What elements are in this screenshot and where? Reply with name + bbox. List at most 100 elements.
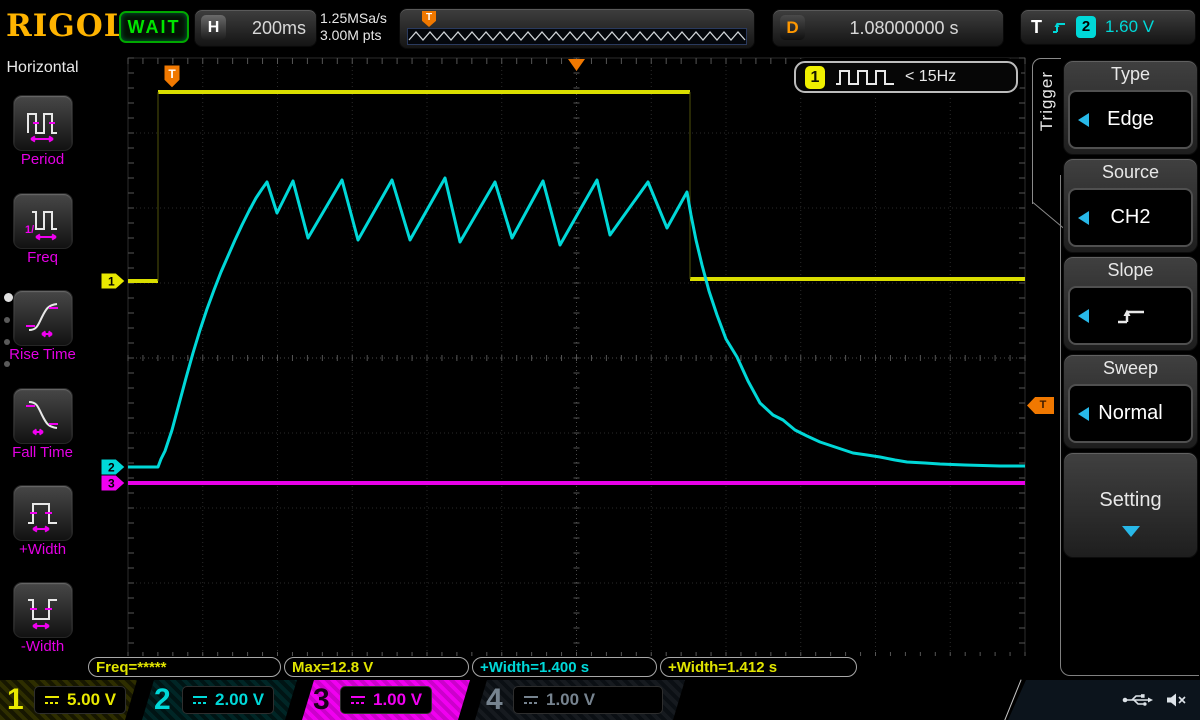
trigger-setting-softkey[interactable]: Setting — [1063, 452, 1198, 558]
sweep-header: Sweep — [1064, 358, 1197, 379]
square-wave-icon — [834, 67, 896, 87]
period-measure-button[interactable] — [13, 95, 73, 151]
freq-measure-button[interactable]: 1/ — [13, 193, 73, 249]
source-value-box: CH2 — [1068, 188, 1193, 247]
preview-strip — [407, 28, 747, 45]
trigger-level-value: 1.60 V — [1105, 17, 1154, 37]
left-measure-menu: Horizontal Period 1/ Freq Rise Ti — [0, 55, 86, 656]
channel-1-scale-box: 5.00 V — [34, 686, 126, 714]
trigger-source-badge: 2 — [1076, 16, 1096, 38]
rising-slope-icon — [1114, 305, 1148, 327]
left-arrow-icon — [1078, 407, 1089, 421]
trigger-slope-softkey[interactable]: Slope — [1063, 256, 1198, 351]
freq-label: Freq — [0, 249, 85, 266]
trigger-menu: Trigger Type Edge Source CH2 Slope — [1030, 55, 1200, 680]
setting-label: Setting — [1064, 489, 1197, 512]
usb-icon — [1122, 692, 1153, 708]
rigol-logo: RIGOL — [6, 8, 127, 44]
type-value: Edge — [1107, 108, 1154, 131]
delay-panel[interactable]: D 1.08000000 s — [772, 9, 1004, 47]
channel-3-scale: 1.00 V — [373, 690, 422, 710]
left-arrow-icon — [1078, 113, 1089, 127]
pos-width-label: +Width — [0, 541, 85, 558]
menu-page-dot-active — [4, 293, 13, 302]
plus-width-icon — [23, 492, 63, 534]
timebase-value: 200ms — [252, 18, 306, 39]
channel-4-softkey[interactable]: 4 1.00 V — [475, 680, 685, 720]
sweep-value: Normal — [1098, 402, 1162, 425]
trigger-type-softkey[interactable]: Type Edge — [1063, 60, 1198, 155]
type-value-box: Edge — [1068, 90, 1193, 149]
top-status-bar: RIGOL WAIT H 200ms 1.25MSa/s 3.00M pts T… — [0, 0, 1200, 55]
menu-page-dot — [4, 361, 10, 367]
dc-coupling-icon — [350, 695, 366, 706]
timebase-panel[interactable]: H 200ms — [194, 9, 317, 47]
neg-width-label: -Width — [0, 638, 85, 655]
trigger-level-marker[interactable]: T — [1027, 397, 1054, 414]
channel-2-scale-box: 2.00 V — [182, 686, 274, 714]
dc-coupling-icon — [192, 695, 208, 706]
trigger-status-panel[interactable]: T 2 1.60 V — [1020, 9, 1196, 45]
menu-page-dot — [4, 317, 10, 323]
svg-text:3: 3 — [108, 477, 115, 491]
sample-rate: 1.25MSa/s — [320, 10, 387, 27]
delay-value: 1.08000000 s — [813, 18, 995, 39]
rising-edge-icon — [1051, 19, 1067, 35]
measurement-max: Max=12.8 V — [284, 657, 469, 677]
memory-depth: 3.00M pts — [320, 27, 387, 44]
left-arrow-icon — [1078, 309, 1089, 323]
channel-4-scale-box: 1.00 V — [513, 686, 663, 714]
channel-1-badge: 1 — [805, 66, 825, 89]
trigger-menu-tab: Trigger — [1032, 58, 1061, 204]
measurement-freq: Freq=***** — [88, 657, 281, 677]
channel-4-scale: 1.00 V — [546, 690, 595, 710]
dc-coupling-icon — [44, 695, 60, 706]
neg-width-measure-button[interactable] — [13, 582, 73, 638]
slope-value-box — [1068, 286, 1193, 345]
channel-2-softkey[interactable]: 2 2.00 V — [142, 680, 297, 720]
measurement-pwidth-ch2: +Width=1.400 s — [472, 657, 657, 677]
pos-width-measure-button[interactable] — [13, 485, 73, 541]
rise-time-label: Rise Time — [0, 346, 85, 363]
left-arrow-icon — [1078, 211, 1089, 225]
channel-3-scale-box: 1.00 V — [340, 686, 432, 714]
fall-time-measure-button[interactable] — [13, 388, 73, 444]
waveform-preview-panel[interactable]: T — [399, 8, 755, 49]
waveform-display: 1 2 3 T 1 < 15Hz — [85, 55, 1030, 656]
left-menu-title: Horizontal — [0, 59, 85, 77]
channel-1-number: 1 — [7, 681, 24, 718]
run-status-badge: WAIT — [119, 11, 189, 43]
measurement-bar: Freq=***** Max=12.8 V +Width=1.400 s +Wi… — [85, 656, 1030, 680]
rise-time-icon — [23, 297, 63, 339]
rise-time-measure-button[interactable] — [13, 290, 73, 346]
minus-width-icon — [23, 589, 63, 631]
svg-text:2: 2 — [108, 461, 115, 475]
trigger-label: T — [1031, 17, 1042, 38]
acquisition-info: 1.25MSa/s 3.00M pts — [320, 10, 387, 44]
channel-status-bar: 1 5.00 V 2 2.00 V 3 — [0, 680, 1200, 720]
speaker-muted-icon — [1165, 692, 1186, 708]
dc-coupling-icon — [523, 695, 539, 706]
measurement-pwidth-ch1: +Width=1.412 s — [660, 657, 857, 677]
delay-label: D — [780, 15, 805, 40]
trigger-sweep-softkey[interactable]: Sweep Normal — [1063, 354, 1198, 449]
h-label: H — [201, 15, 226, 40]
down-arrow-icon — [1122, 526, 1140, 537]
channel-1-scale: 5.00 V — [67, 690, 116, 710]
svg-text:1/: 1/ — [25, 224, 34, 236]
system-status-icons — [1008, 680, 1200, 720]
preview-waveform — [408, 29, 746, 42]
fall-time-icon — [23, 395, 63, 437]
trigger-source-softkey[interactable]: Source CH2 — [1063, 158, 1198, 253]
source-value: CH2 — [1110, 206, 1150, 229]
channel-3-softkey-selected[interactable]: 3 1.00 V — [302, 680, 470, 720]
graticule-and-traces: 1 2 3 T — [85, 55, 1030, 656]
channel-3-number: 3 — [313, 681, 330, 718]
trigger-frequency-value: < 15Hz — [905, 68, 956, 86]
period-icon — [23, 102, 63, 144]
type-header: Type — [1064, 64, 1197, 85]
channel-1-softkey[interactable]: 1 5.00 V — [0, 680, 137, 720]
svg-text:T: T — [168, 67, 176, 81]
svg-text:1: 1 — [108, 275, 115, 289]
source-header: Source — [1064, 162, 1197, 183]
